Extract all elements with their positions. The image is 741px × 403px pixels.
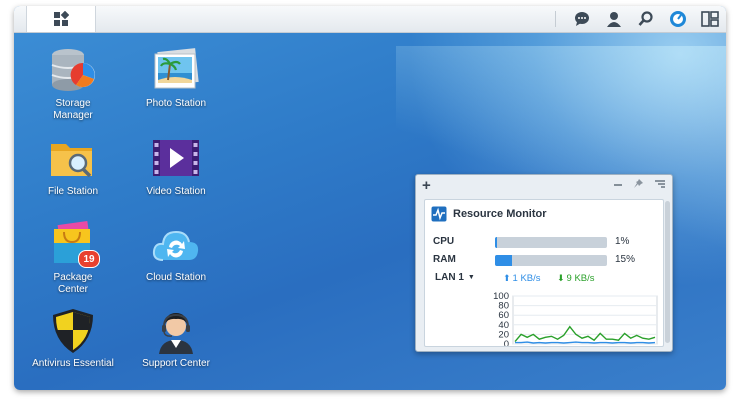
storage-manager-icon xyxy=(51,49,95,91)
file-station-icon xyxy=(51,144,92,178)
y-tick-label: 0 xyxy=(504,339,509,346)
upload-rate-value: 1 KB/s xyxy=(512,273,541,284)
arrow-down-icon: ⬇ xyxy=(557,273,565,283)
widget-scrollbar[interactable] xyxy=(665,201,670,343)
lan-selector[interactable]: LAN 1 ▼ xyxy=(435,272,475,283)
app-label: Package Center xyxy=(53,272,93,295)
dashboard-icon xyxy=(670,11,686,27)
resource-monitor-widget[interactable]: + Resource Monitor CPU 1% RAM 15% LAN 1 … xyxy=(415,174,673,352)
dashboard-button[interactable] xyxy=(666,7,690,31)
app-photo-station[interactable]: Photo Station xyxy=(133,46,219,110)
cpu-label: CPU xyxy=(433,236,455,247)
cpu-bar-fill xyxy=(495,237,497,248)
pin-icon[interactable] xyxy=(633,178,644,189)
cpu-bar xyxy=(495,237,607,248)
antivirus-shield-icon xyxy=(53,309,93,353)
taskbar-divider xyxy=(555,11,556,27)
cpu-value: 1% xyxy=(615,236,630,247)
minimize-icon[interactable] xyxy=(613,179,623,189)
app-label: Antivirus Essential xyxy=(32,358,114,369)
app-label: Support Center xyxy=(142,358,210,369)
download-rate-value: 9 KB/s xyxy=(566,273,595,284)
arrow-up-icon: ⬆ xyxy=(503,273,511,283)
main-menu-icon xyxy=(54,11,69,26)
desktop-window: Storage Manager Photo Station File Stati… xyxy=(14,6,726,390)
widget-title: Resource Monitor xyxy=(453,208,547,220)
support-center-icon xyxy=(159,313,193,354)
widget-menu-icon[interactable] xyxy=(654,179,666,189)
app-label: Photo Station xyxy=(145,98,207,109)
cloud-station-icon xyxy=(152,230,199,261)
lan-label: LAN 1 xyxy=(435,272,464,283)
add-widget-icon[interactable]: + xyxy=(422,177,431,194)
search-icon xyxy=(638,11,653,26)
app-support-center[interactable]: Support Center xyxy=(133,306,219,370)
ram-label: RAM xyxy=(433,254,456,265)
app-antivirus-essential[interactable]: Antivirus Essential xyxy=(30,306,116,370)
app-cloud-station[interactable]: Cloud Station xyxy=(133,220,219,284)
app-label: Video Station xyxy=(146,186,206,197)
upload-series-line xyxy=(515,341,656,344)
app-storage-manager[interactable]: Storage Manager xyxy=(30,46,116,122)
desktop-area: Storage Manager Photo Station File Stati… xyxy=(14,32,726,390)
download-rate: ⬇ 9 KB/s xyxy=(557,273,595,284)
main-menu-button[interactable] xyxy=(26,6,96,32)
app-file-station[interactable]: File Station xyxy=(30,134,116,198)
widget-toolbar: + xyxy=(416,175,672,195)
ram-value: 15% xyxy=(615,254,636,265)
ram-bar xyxy=(495,255,607,266)
chat-button[interactable] xyxy=(570,7,594,31)
widgets-icon xyxy=(701,11,719,27)
widgets-button[interactable] xyxy=(698,7,722,31)
user-button[interactable] xyxy=(602,7,626,31)
network-chart: 100806040200 xyxy=(493,292,658,346)
resource-monitor-panel: Resource Monitor CPU 1% RAM 15% LAN 1 ▼ … xyxy=(424,199,664,347)
ram-bar-fill xyxy=(495,255,512,266)
user-icon xyxy=(607,12,621,27)
app-label: Cloud Station xyxy=(145,272,207,283)
app-video-station[interactable]: Video Station xyxy=(133,134,219,198)
app-package-center[interactable]: 19 Package Center xyxy=(30,220,116,296)
video-station-icon xyxy=(153,140,199,176)
app-label: Storage Manager xyxy=(53,98,93,121)
updates-badge: 19 xyxy=(78,250,100,268)
search-button[interactable] xyxy=(634,7,658,31)
chat-icon xyxy=(575,12,589,26)
chevron-down-icon: ▼ xyxy=(467,274,475,281)
photo-station-icon xyxy=(154,48,199,89)
resource-monitor-icon xyxy=(431,206,447,222)
upload-rate: ⬆ 1 KB/s xyxy=(503,273,541,284)
taskbar xyxy=(14,6,726,33)
app-label: File Station xyxy=(47,186,99,197)
